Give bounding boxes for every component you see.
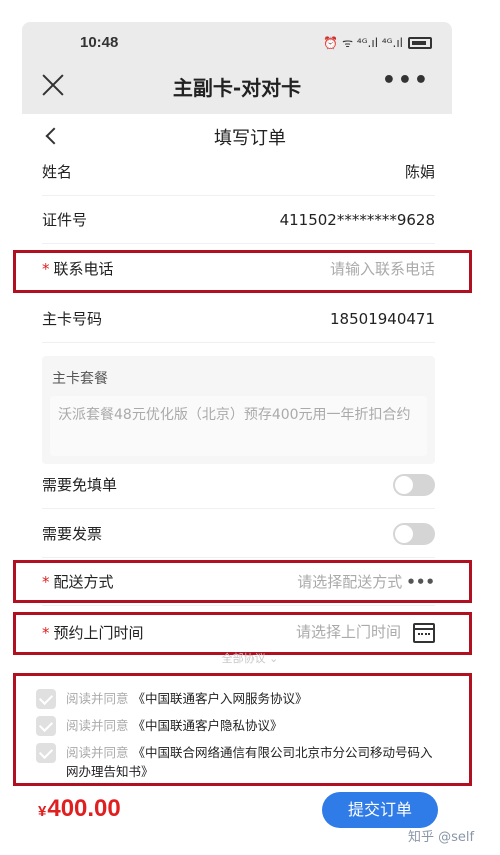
id-number-value: 411502********9628 bbox=[279, 210, 435, 229]
name-row: 姓名 陈娟 bbox=[42, 148, 435, 196]
main-card-row: 主卡号码 18501940471 bbox=[42, 295, 435, 343]
agreement-checkbox[interactable] bbox=[36, 743, 56, 763]
highlight-box-phone bbox=[13, 250, 472, 293]
battery-icon bbox=[408, 36, 432, 49]
plan-value: 沃派套餐48元优化版（北京）预存400元用一年折扣合约 bbox=[50, 396, 427, 456]
watermark: 知乎 @self bbox=[408, 830, 475, 845]
highlight-box-delivery bbox=[13, 560, 472, 603]
agreement-checkbox[interactable] bbox=[36, 716, 56, 736]
main-card-label: 主卡号码 bbox=[42, 310, 103, 328]
price-amount: 400.00 bbox=[47, 795, 121, 822]
status-icons: ⏰ ᯤ ⁴ᴳ.ıl ⁴ᴳ.ıl bbox=[323, 34, 432, 51]
submit-order-button[interactable]: 提交订单 bbox=[322, 792, 438, 828]
invoice-row: 需要发票 bbox=[42, 510, 435, 558]
plan-label: 主卡套餐 bbox=[52, 371, 108, 387]
total-price: ¥400.00 bbox=[38, 795, 121, 823]
agreement-link[interactable]: 《中国联通客户隐私协议》 bbox=[133, 718, 283, 733]
agreement-item[interactable]: 阅读并同意 《中国联通客户入网服务协议》 bbox=[36, 689, 436, 709]
fill-form-row: 需要免填单 bbox=[42, 461, 435, 509]
currency-symbol: ¥ bbox=[38, 803, 47, 820]
main-card-value: 18501940471 bbox=[330, 309, 435, 328]
invoice-label: 需要发票 bbox=[42, 525, 103, 543]
status-bar: 10:48 ⏰ ᯤ ⁴ᴳ.ıl ⁴ᴳ.ıl bbox=[22, 22, 452, 64]
fill-form-toggle[interactable] bbox=[393, 473, 435, 496]
agreement-prefix: 阅读并同意 bbox=[66, 745, 129, 760]
agreement-prefix: 阅读并同意 bbox=[66, 691, 129, 706]
nav-bar: 主副卡-对对卡 ••• bbox=[22, 64, 452, 114]
more-icon[interactable]: ••• bbox=[382, 68, 430, 93]
agreement-checkbox[interactable] bbox=[36, 689, 56, 709]
agreement-prefix: 阅读并同意 bbox=[66, 718, 129, 733]
status-time: 10:48 bbox=[80, 34, 119, 51]
name-value: 陈娟 bbox=[404, 163, 435, 181]
fill-form-label: 需要免填单 bbox=[42, 476, 118, 494]
agreement-link[interactable]: 《中国联通客户入网服务协议》 bbox=[133, 691, 308, 706]
page-title: 填写订单 bbox=[214, 128, 286, 149]
name-label: 姓名 bbox=[42, 163, 73, 181]
plan-box: 主卡套餐 沃派套餐48元优化版（北京）预存400元用一年折扣合约 bbox=[42, 356, 435, 464]
phone-header: 10:48 ⏰ ᯤ ⁴ᴳ.ıl ⁴ᴳ.ıl 主副卡-对对卡 ••• bbox=[22, 22, 452, 114]
agreement-item[interactable]: 阅读并同意 《中国联通客户隐私协议》 bbox=[36, 716, 436, 736]
invoice-toggle[interactable] bbox=[393, 522, 435, 545]
agreement-item[interactable]: 阅读并同意 《中国联合网络通信有限公司北京市分公司移动号码入网办理告知书》 bbox=[36, 743, 436, 781]
id-number-row: 证件号 411502********9628 bbox=[42, 196, 435, 244]
all-agreements-toggle[interactable]: 全部协议 ⌄ bbox=[0, 650, 500, 666]
highlight-box-appointment bbox=[13, 612, 472, 655]
signal-icons: ⏰ ᯤ ⁴ᴳ.ıl ⁴ᴳ.ıl bbox=[323, 36, 403, 50]
id-number-label: 证件号 bbox=[42, 211, 88, 229]
